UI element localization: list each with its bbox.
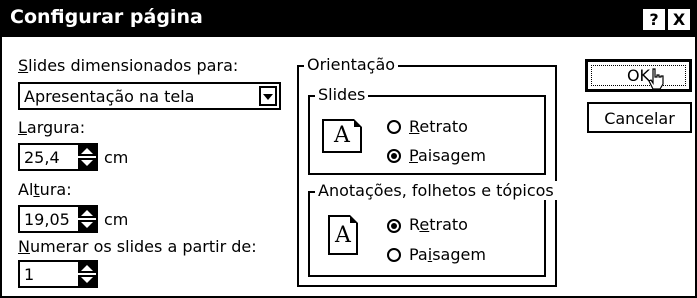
ok-button[interactable]: OK	[585, 59, 692, 92]
numbering-spinbox[interactable]: 1	[18, 260, 98, 288]
spin-divider	[78, 156, 96, 158]
label-rest: trato	[429, 215, 468, 234]
mnemonic: e	[419, 215, 430, 234]
chevron-down-icon	[263, 94, 273, 100]
page-icon-letter: A	[334, 123, 350, 148]
label-rest: aisagem	[417, 146, 486, 165]
numbering-spinner[interactable]	[78, 262, 96, 286]
orientation-title: Orientação	[304, 55, 399, 74]
landscape-page-icon: A	[322, 119, 362, 153]
height-label-rest: ura:	[39, 180, 72, 199]
notes-orientation-group: Anotações, folhetos e tópicos A Retrato …	[308, 181, 557, 277]
dropdown-arrow-button[interactable]	[259, 86, 277, 106]
orientation-group: Orientação Slides A Retrato Paisagem Ano…	[297, 55, 557, 287]
height-unit: cm	[104, 210, 129, 229]
slide-size-dropdown[interactable]: Apresentação na tela	[18, 82, 281, 110]
height-label: Altura:	[18, 180, 72, 199]
cancel-button[interactable]: Cancelar	[587, 102, 692, 133]
numbering-label-rest: umerar os slides a partir de:	[29, 237, 257, 256]
close-button[interactable]: X	[668, 9, 690, 30]
cancel-label: Cancelar	[604, 109, 675, 128]
numbering-label: Numerar os slides a partir de:	[18, 237, 257, 256]
spin-up-icon	[81, 210, 93, 216]
slide-size-value: Apresentação na tela	[24, 87, 195, 106]
width-label: Largura:	[18, 118, 85, 137]
slides-portrait-label[interactable]: Retrato	[409, 117, 468, 136]
height-spinner[interactable]	[78, 207, 96, 231]
page-setup-dialog: Configurar página ? X Slides dimensionad…	[0, 0, 697, 298]
height-value: 19,05	[24, 210, 70, 229]
spin-down-icon	[81, 160, 93, 166]
slides-landscape-label[interactable]: Paisagem	[409, 146, 486, 165]
spin-up-icon	[81, 148, 93, 154]
notes-portrait-radio[interactable]	[387, 219, 401, 233]
notes-group-title: Anotações, folhetos e tópicos	[315, 181, 557, 200]
ok-label: OK	[626, 66, 651, 85]
spin-up-icon	[81, 265, 93, 271]
width-spinner[interactable]	[78, 145, 96, 169]
slides-orientation-group: Slides A Retrato Paisagem	[308, 85, 546, 175]
mnemonic: P	[409, 146, 418, 165]
width-label-mnemonic: L	[18, 118, 27, 137]
spin-down-icon	[81, 222, 93, 228]
height-spinbox[interactable]: 19,05	[18, 205, 98, 233]
label-start: R	[409, 215, 420, 234]
width-spinbox[interactable]: 25,4	[18, 143, 98, 171]
portrait-page-icon: A	[328, 215, 358, 255]
label-start: Pa	[409, 245, 428, 264]
title-bar[interactable]: Configurar página ? X	[2, 2, 695, 37]
width-unit: cm	[104, 148, 129, 167]
slides-group-title: Slides	[315, 85, 369, 104]
label-rest: etrato	[419, 117, 468, 136]
slide-size-label-rest: lides dimensionados para:	[28, 56, 239, 75]
slide-size-label: Slides dimensionados para:	[18, 56, 238, 75]
notes-landscape-label[interactable]: Paisagem	[409, 245, 486, 264]
help-button[interactable]: ?	[643, 9, 665, 30]
slides-portrait-radio[interactable]	[387, 120, 401, 134]
slides-landscape-radio[interactable]	[387, 149, 401, 163]
dialog-title: Configurar página	[10, 6, 203, 28]
page-fold	[350, 215, 358, 223]
slide-size-label-mnemonic: S	[18, 56, 29, 75]
numbering-value: 1	[24, 265, 35, 284]
label-rest: sagem	[432, 245, 486, 264]
height-label-start: Al	[18, 180, 34, 199]
page-icon-letter: A	[335, 223, 351, 248]
notes-landscape-radio[interactable]	[387, 248, 401, 262]
width-value: 25,4	[24, 148, 60, 167]
numbering-label-mnemonic: N	[18, 237, 30, 256]
spin-divider	[78, 273, 96, 275]
spin-down-icon	[81, 277, 93, 283]
mnemonic: R	[409, 117, 420, 136]
spin-divider	[78, 218, 96, 220]
hand-cursor-icon	[648, 68, 664, 90]
width-label-rest: argura:	[26, 118, 86, 137]
notes-portrait-label[interactable]: Retrato	[409, 215, 468, 234]
